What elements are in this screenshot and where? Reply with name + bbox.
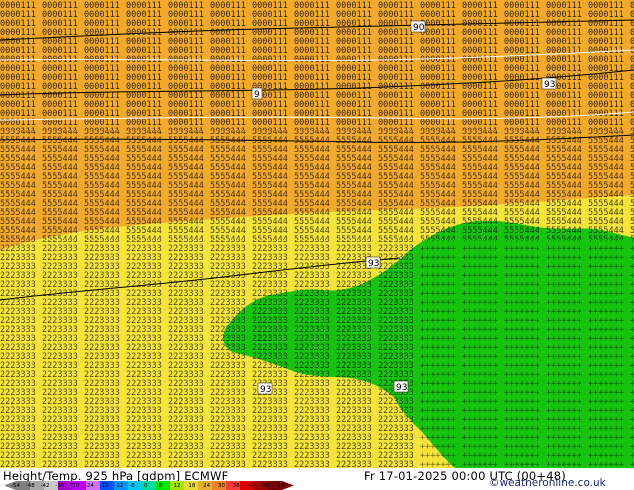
scale-tick-label: 8 xyxy=(158,483,163,489)
height-label-box: 93 xyxy=(541,77,557,90)
height-label: 90 xyxy=(413,23,425,33)
height-label: 93 xyxy=(396,383,407,393)
scale-tick-label: 54 xyxy=(277,483,284,489)
scale-tick-label: 30 xyxy=(217,483,225,489)
height-label: 93 xyxy=(368,259,379,269)
scale-tick-label: -8 xyxy=(129,483,135,489)
scale-tick-label: 12 xyxy=(173,483,181,489)
height-label-box: 93 xyxy=(257,382,273,395)
scale-tick-label: 48 xyxy=(262,483,270,489)
scale-tick-label: -24 xyxy=(84,483,94,489)
map-canvas: 0000111 5555444 2223333 +++++++ xyxy=(0,0,634,468)
scale-tick-label: -54 xyxy=(11,483,20,489)
credit-link[interactable]: ©weatheronline.co.uk xyxy=(489,477,606,489)
contour-label-texture-south xyxy=(0,240,420,468)
height-label-box: 9 xyxy=(251,87,263,100)
map-footer: Height/Temp. 925 hPa [gdpm] ECMWF Fr 17-… xyxy=(0,468,634,490)
scale-tick-label: 38 xyxy=(232,483,240,489)
contour-label-texture-mid xyxy=(0,130,634,240)
scale-tick-label: -12 xyxy=(114,483,124,489)
scale-tick-label: -18 xyxy=(99,483,109,489)
contour-label-texture-green xyxy=(420,240,634,468)
height-label-box: 90 xyxy=(410,20,426,33)
height-label-box: 93 xyxy=(365,256,381,269)
scale-tick-label: -38 xyxy=(55,483,65,489)
scale-tick-label: 0 xyxy=(144,483,148,489)
scale-tick-label: 42 xyxy=(247,483,255,489)
scale-tick-label: 18 xyxy=(188,483,196,489)
scale-tick-label: -42 xyxy=(40,483,50,489)
contour-label-texture-top xyxy=(0,0,634,130)
weather-map: 0000111 5555444 2223333 +++++++ xyxy=(0,0,634,468)
height-label: 9 xyxy=(254,90,260,100)
height-label: 93 xyxy=(544,80,555,90)
scale-tick-label: -30 xyxy=(70,483,80,489)
scale-tick-label: -48 xyxy=(25,483,35,489)
scale-tick-label: 24 xyxy=(203,483,211,489)
height-label: 93 xyxy=(260,385,271,395)
height-label-box: 93 xyxy=(393,380,409,393)
